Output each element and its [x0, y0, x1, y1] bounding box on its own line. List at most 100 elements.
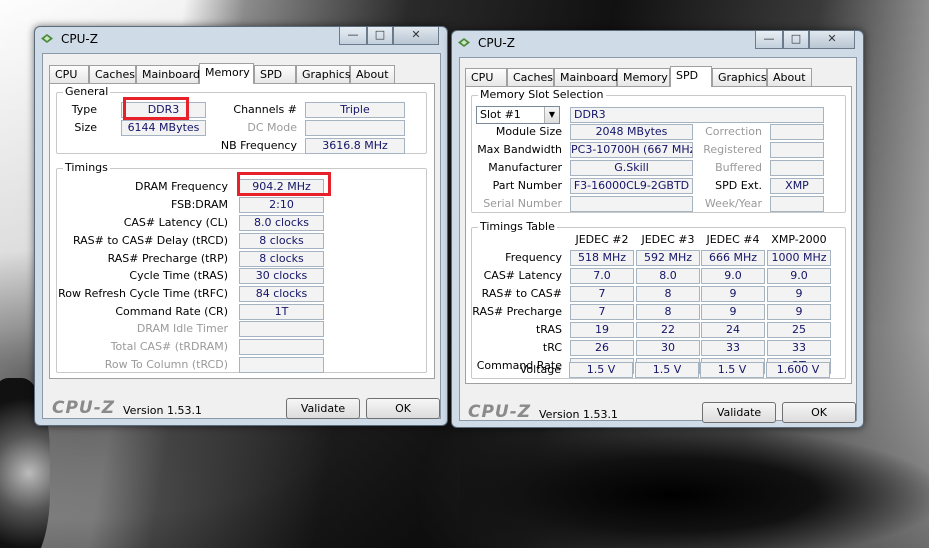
slot-type-value: DDR3	[570, 107, 824, 123]
timings-group: Timings DRAM Frequency 904.2 MHz FSB:DRA…	[56, 161, 427, 373]
size-value: 6144 MBytes	[121, 120, 206, 136]
window-client: CPU Caches Mainboard Memory SPD Graphics…	[42, 53, 441, 419]
buffered-value	[770, 160, 824, 176]
tab-spd[interactable]: SPD	[670, 66, 712, 87]
timings-table-label: Timings Table	[478, 220, 557, 233]
tab-caches[interactable]: Caches	[507, 68, 554, 86]
table-cell: 1000 MHz	[767, 250, 831, 266]
column-header: JEDEC #2	[575, 233, 629, 246]
tab-cpu[interactable]: CPU	[465, 68, 507, 86]
dram-frequency-highlight-box	[237, 172, 331, 196]
table-cell: 7.0	[570, 268, 634, 284]
table-cell: 33	[701, 340, 765, 356]
table-cell: 592 MHz	[636, 250, 700, 266]
channels-value: Triple	[305, 102, 405, 118]
table-cell: 518 MHz	[570, 250, 634, 266]
tab-graphics[interactable]: Graphics	[712, 68, 767, 86]
cpuz-logo: CPU-Z	[468, 402, 532, 422]
correction-value	[770, 124, 824, 140]
slot-select[interactable]: Slot #1 ▼	[476, 106, 560, 124]
serial-number-label: Serial Number	[483, 197, 562, 210]
timing-value	[239, 321, 324, 337]
table-cell: 1.5 V	[635, 362, 699, 378]
tab-memory[interactable]: Memory	[199, 63, 254, 84]
table-cell: 9	[701, 286, 765, 302]
timing-label: DRAM Frequency	[134, 180, 228, 193]
tab-spd[interactable]: SPD	[254, 65, 296, 83]
maximize-button[interactable]: □	[367, 27, 393, 45]
maximize-button[interactable]: □	[783, 31, 809, 49]
table-cell: 9.0	[701, 268, 765, 284]
column-header: XMP-2000	[771, 233, 827, 246]
wallpaper-grille	[460, 430, 929, 548]
week-year-label: Week/Year	[704, 197, 762, 210]
table-row-label: tRAS	[535, 323, 562, 336]
tab-graphics[interactable]: Graphics	[296, 65, 351, 83]
table-row-label: RAS# Precharge	[472, 305, 562, 318]
table-cell: 33	[767, 340, 831, 356]
size-label: Size	[74, 121, 97, 134]
timing-label: DRAM Idle Timer	[136, 322, 228, 335]
table-cell: 26	[570, 340, 634, 356]
timing-value	[239, 339, 324, 355]
table-cell: 9	[701, 304, 765, 320]
cpuz-memory-window: CPU-Z — □ ✕ CPU Caches Mainboard Memory …	[34, 26, 448, 426]
tab-mainboard[interactable]: Mainboard	[554, 68, 618, 86]
tab-memory[interactable]: Memory	[617, 68, 670, 86]
close-button[interactable]: ✕	[809, 31, 855, 49]
module-size-label: Module Size	[495, 125, 562, 138]
validate-button[interactable]: Validate	[702, 402, 776, 423]
chevron-down-icon[interactable]: ▼	[544, 107, 559, 123]
cpuz-app-icon	[458, 38, 470, 47]
validate-button[interactable]: Validate	[286, 398, 360, 419]
cpuz-spd-window: CPU-Z — □ ✕ CPU Caches Mainboard Memory …	[451, 30, 864, 428]
correction-label: Correction	[705, 125, 762, 138]
tab-cpu[interactable]: CPU	[49, 65, 89, 83]
spd-ext-label: SPD Ext.	[715, 179, 762, 192]
timing-value: 8 clocks	[239, 251, 324, 267]
registered-label: Registered	[703, 143, 762, 156]
close-button[interactable]: ✕	[393, 27, 439, 45]
table-cell: 7	[570, 304, 634, 320]
timing-value: 30 clocks	[239, 268, 324, 284]
minimize-button[interactable]: —	[339, 27, 367, 45]
ok-button[interactable]: OK	[366, 398, 440, 419]
part-number-label: Part Number	[492, 179, 562, 192]
minimize-button[interactable]: —	[755, 31, 783, 49]
manufacturer-label: Manufacturer	[488, 161, 562, 174]
ok-button[interactable]: OK	[782, 402, 856, 423]
timing-label: Cycle Time (tRAS)	[129, 269, 228, 282]
table-cell: 22	[636, 322, 700, 338]
timing-value: 8 clocks	[239, 233, 324, 249]
module-size-value: 2048 MBytes	[570, 124, 693, 140]
memory-page: General Type DDR3 Size 6144 MBytes Chann…	[49, 83, 435, 379]
table-cell: 24	[701, 322, 765, 338]
table-row-label: Frequency	[505, 251, 562, 264]
window-client: CPU Caches Mainboard Memory SPD Graphics…	[459, 57, 857, 423]
timing-value: 8.0 clocks	[239, 215, 324, 231]
tab-caches[interactable]: Caches	[89, 65, 136, 83]
max-bandwidth-value: PC3-10700H (667 MHz)	[570, 142, 693, 158]
table-cell: 666 MHz	[701, 250, 765, 266]
timing-label: Row Refresh Cycle Time (tRFC)	[58, 287, 228, 300]
tab-about[interactable]: About	[767, 68, 812, 86]
table-cell: 1.600 V	[766, 362, 830, 378]
title-bar[interactable]: CPU-Z — □ ✕	[35, 27, 447, 51]
channels-label: Channels #	[233, 103, 297, 116]
table-row-label: CAS# Latency	[483, 269, 562, 282]
version-label: Version 1.53.1	[123, 404, 202, 417]
title-bar[interactable]: CPU-Z — □ ✕	[452, 31, 863, 55]
week-year-value	[770, 196, 824, 212]
table-row-label: RAS# to CAS#	[481, 287, 562, 300]
window-title: CPU-Z	[478, 36, 515, 50]
tab-mainboard[interactable]: Mainboard	[136, 65, 200, 83]
table-cell: 9.0	[767, 268, 831, 284]
version-label: Version 1.53.1	[539, 408, 618, 421]
timing-label: RAS# Precharge (tRP)	[107, 252, 228, 265]
table-row-label: Voltage	[519, 363, 561, 376]
table-cell: 1.5 V	[700, 362, 764, 378]
tab-about[interactable]: About	[350, 65, 395, 83]
timings-group-label: Timings	[63, 161, 110, 174]
dc-mode-label: DC Mode	[247, 121, 297, 134]
timing-label: Total CAS# (tRDRAM)	[110, 340, 228, 353]
